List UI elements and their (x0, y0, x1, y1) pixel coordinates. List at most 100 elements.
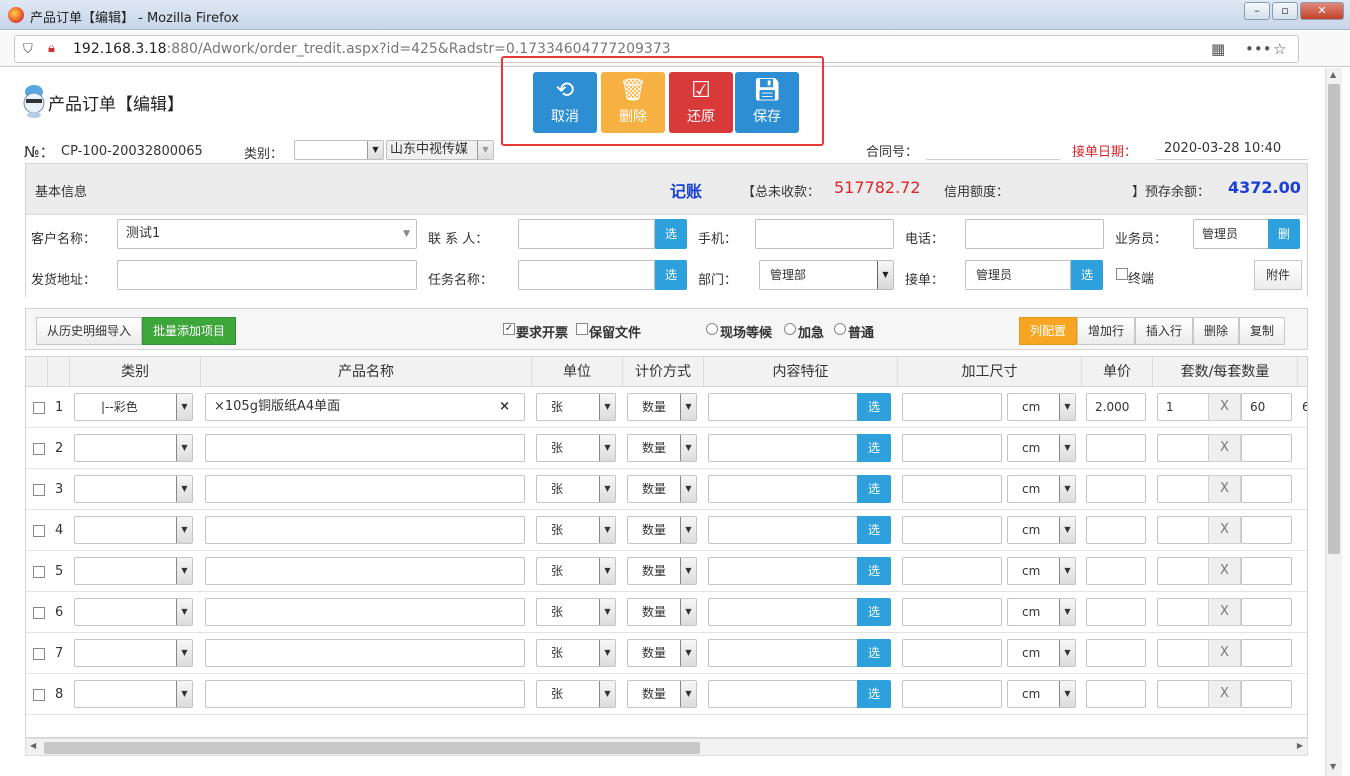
product-name-input[interactable] (205, 557, 525, 585)
content-input[interactable] (708, 680, 858, 708)
sets-input[interactable] (1157, 434, 1209, 462)
save-button[interactable]: 💾︎ 保存 (735, 72, 799, 133)
size-input[interactable] (902, 475, 1002, 503)
phone-input[interactable] (965, 219, 1104, 249)
pricing-select[interactable]: 数量 ▼ (627, 557, 697, 585)
pricing-select[interactable]: 数量 ▼ (627, 639, 697, 667)
per-set-input[interactable] (1241, 516, 1292, 544)
price-input[interactable]: 2.000 (1086, 393, 1146, 421)
size-unit-select[interactable]: cm ▼ (1007, 393, 1076, 421)
pricing-select[interactable]: 数量 ▼ (627, 516, 697, 544)
content-input[interactable] (708, 639, 858, 667)
product-name-input[interactable] (205, 516, 525, 544)
price-input[interactable] (1086, 557, 1146, 585)
content-input[interactable] (708, 475, 858, 503)
vertical-scroll-thumb[interactable] (1328, 84, 1340, 554)
row-checkbox[interactable] (33, 525, 45, 537)
urgent-radio[interactable] (784, 323, 796, 335)
row-checkbox[interactable] (33, 689, 45, 701)
copy-row-button[interactable]: 复制 (1239, 317, 1285, 345)
price-input[interactable] (1086, 639, 1146, 667)
pricing-select[interactable]: 数量 ▼ (627, 598, 697, 626)
invoice-checkbox[interactable]: ✓ (503, 323, 515, 335)
delete-button[interactable]: 🗑︎ 删除 (601, 72, 665, 133)
contract-input[interactable] (926, 138, 1060, 160)
price-input[interactable] (1086, 475, 1146, 503)
pricing-select[interactable]: 数量 ▼ (627, 680, 697, 708)
product-name-input[interactable]: ×105g铜版纸A4单面 × (205, 393, 525, 421)
minimize-button[interactable]: – (1244, 2, 1270, 20)
sets-input[interactable] (1157, 475, 1209, 503)
size-input[interactable] (902, 680, 1002, 708)
qr-code-icon[interactable]: ▦ (1211, 40, 1225, 58)
sets-input[interactable] (1157, 598, 1209, 626)
add-row-button[interactable]: 增加行 (1077, 317, 1135, 345)
content-select-button[interactable]: 选 (857, 393, 891, 421)
row-checkbox[interactable] (33, 648, 45, 660)
size-unit-select[interactable]: cm ▼ (1007, 475, 1076, 503)
per-set-input[interactable]: 60 (1241, 393, 1292, 421)
pricing-select[interactable]: 数量 ▼ (627, 393, 697, 421)
normal-radio[interactable] (834, 323, 846, 335)
delete-row-button[interactable]: 删除 (1193, 317, 1239, 345)
unit-select[interactable]: 张 ▼ (536, 680, 616, 708)
category-select[interactable]: ▼ (74, 434, 193, 462)
per-set-input[interactable] (1241, 598, 1292, 626)
contact-input[interactable] (518, 219, 655, 249)
shield-icon[interactable]: ⛉ (23, 42, 33, 57)
per-set-input[interactable] (1241, 557, 1292, 585)
size-unit-select[interactable]: cm ▼ (1007, 434, 1076, 462)
sets-input[interactable] (1157, 557, 1209, 585)
order-date-input[interactable]: 2020-03-28 10:40 (1156, 138, 1308, 160)
category-select[interactable]: ▼ (74, 516, 193, 544)
price-input[interactable] (1086, 516, 1146, 544)
content-input[interactable] (708, 557, 858, 585)
content-select-button[interactable]: 选 (857, 680, 891, 708)
content-select-button[interactable]: 选 (857, 557, 891, 585)
content-select-button[interactable]: 选 (857, 639, 891, 667)
content-input[interactable] (708, 434, 858, 462)
sets-input[interactable] (1157, 516, 1209, 544)
category-select[interactable]: ▼ (74, 475, 193, 503)
size-unit-select[interactable]: cm ▼ (1007, 516, 1076, 544)
keep-file-checkbox[interactable] (576, 323, 588, 335)
clear-icon[interactable]: × (499, 394, 510, 420)
row-checkbox[interactable] (33, 566, 45, 578)
unit-select[interactable]: 张 ▼ (536, 598, 616, 626)
cancel-button[interactable]: ⟲ 取消 (533, 72, 597, 133)
content-input[interactable] (708, 598, 858, 626)
close-window-button[interactable]: ✕ (1300, 2, 1344, 20)
unit-select[interactable]: 张 ▼ (536, 434, 616, 462)
row-checkbox[interactable] (33, 484, 45, 496)
sets-input[interactable] (1157, 639, 1209, 667)
attachment-button[interactable]: 附件 (1254, 260, 1302, 290)
size-input[interactable] (902, 516, 1002, 544)
content-select-button[interactable]: 选 (857, 598, 891, 626)
category-select[interactable]: ▼ (74, 598, 193, 626)
size-input[interactable] (902, 393, 1002, 421)
row-checkbox[interactable] (33, 607, 45, 619)
content-select-button[interactable]: 选 (857, 475, 891, 503)
customer-select[interactable]: 测试1 ▼ (117, 219, 417, 249)
bookmark-star-icon[interactable]: ☆ (1273, 40, 1286, 58)
content-input[interactable] (708, 393, 858, 421)
size-input[interactable] (902, 598, 1002, 626)
restore-button[interactable]: ☑ 还原 (669, 72, 733, 133)
scroll-down-icon[interactable]: ▼ (1330, 762, 1336, 771)
size-input[interactable] (902, 557, 1002, 585)
company-select[interactable]: 山东中视传媒 ▼ (386, 140, 494, 160)
category-select[interactable]: ▼ (74, 557, 193, 585)
batch-add-button[interactable]: 批量添加项目 (142, 317, 236, 345)
product-name-input[interactable] (205, 475, 525, 503)
category-select[interactable]: |--彩色 ▼ (74, 393, 193, 421)
horizontal-scroll-thumb[interactable] (44, 742, 700, 754)
insert-row-button[interactable]: 插入行 (1135, 317, 1193, 345)
vertical-scrollbar[interactable]: ▲ ▼ (1325, 68, 1342, 776)
task-select-button[interactable]: 选 (655, 260, 687, 290)
scroll-up-icon[interactable]: ▲ (1330, 70, 1336, 79)
price-input[interactable] (1086, 434, 1146, 462)
column-config-button[interactable]: 列配置 (1019, 317, 1077, 345)
size-unit-select[interactable]: cm ▼ (1007, 639, 1076, 667)
unit-select[interactable]: 张 ▼ (536, 393, 616, 421)
sets-input[interactable] (1157, 680, 1209, 708)
